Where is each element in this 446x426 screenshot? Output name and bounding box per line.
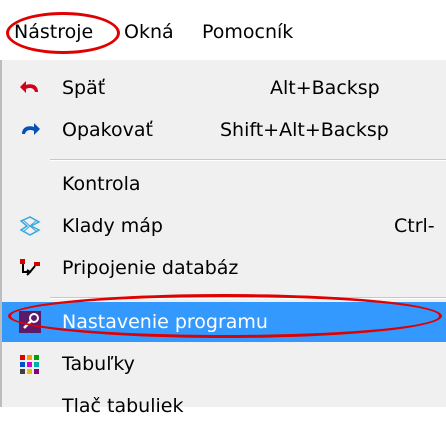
menu-item-label: Nastavenie programu	[62, 311, 268, 333]
menu-item-klady-map[interactable]: Klady máp Ctrl-	[2, 206, 446, 246]
program-settings-icon	[18, 310, 42, 334]
menu-separator	[50, 297, 446, 299]
menu-bar: Nástroje Okná Pomocník	[0, 0, 446, 60]
menu-item-label: Opakovať	[62, 119, 153, 141]
menu-nastroje[interactable]: Nástroje	[14, 18, 93, 46]
menu-okna[interactable]: Okná	[124, 18, 174, 46]
menu-pomocnik[interactable]: Pomocník	[202, 18, 293, 46]
menu-item-pripojenie-databaz[interactable]: Pripojenie databáz	[2, 248, 446, 288]
menu-item-kontrola[interactable]: Kontrola	[2, 164, 446, 204]
tables-icon	[18, 352, 42, 376]
menu-item-label: Tabuľky	[62, 353, 135, 375]
menu-item-label: Kontrola	[62, 173, 141, 195]
menu-item-label: Pripojenie databáz	[62, 257, 239, 279]
menu-item-shortcut: Alt+Backsp	[270, 77, 380, 99]
menu-item-label: Späť	[62, 77, 106, 99]
menu-item-label: Klady máp	[62, 215, 163, 237]
menu-item-tlac-tabuliek[interactable]: Tlač tabuliek	[2, 386, 446, 426]
undo-icon	[18, 76, 42, 100]
menu-item-nastavenie-programu[interactable]: Nastavenie programu	[2, 302, 446, 342]
nastroje-dropdown: Späť Alt+Backsp Opakovať Shift+Alt+Backs…	[0, 60, 446, 417]
redo-icon	[18, 118, 42, 142]
menu-item-undo[interactable]: Späť Alt+Backsp	[2, 68, 446, 108]
map-sheets-icon	[18, 214, 42, 238]
menu-item-shortcut: Shift+Alt+Backsp	[220, 119, 389, 141]
menu-item-shortcut: Ctrl-	[394, 215, 435, 237]
menu-item-tabulky[interactable]: Tabuľky	[2, 344, 446, 384]
database-connection-icon	[18, 256, 42, 280]
menu-item-redo[interactable]: Opakovať Shift+Alt+Backsp	[2, 110, 446, 150]
menu-item-label: Tlač tabuliek	[62, 395, 184, 417]
menu-separator	[50, 159, 446, 161]
